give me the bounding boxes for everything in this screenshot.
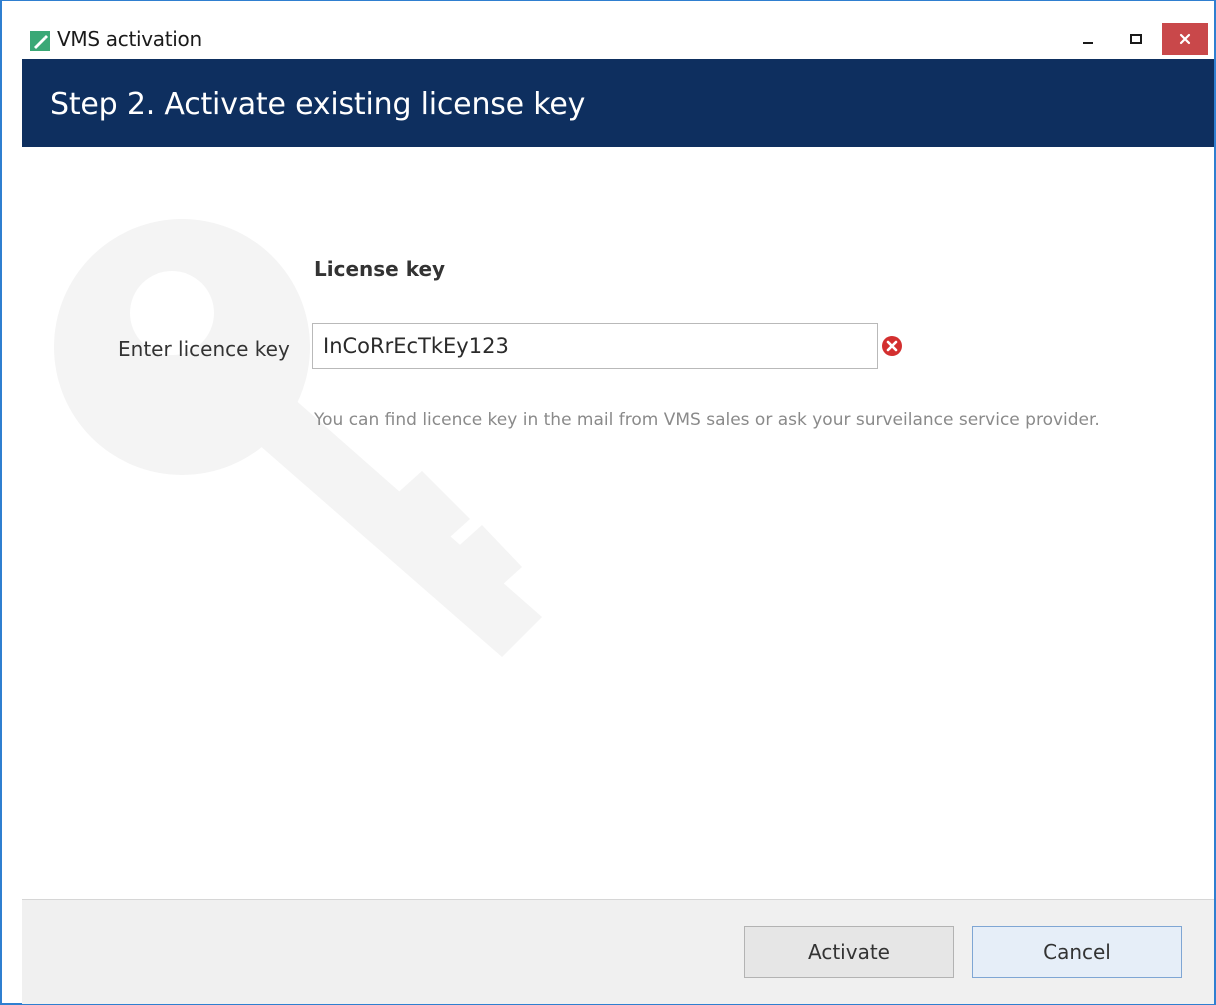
minimize-button[interactable]: [1068, 23, 1108, 55]
section-title: License key: [314, 257, 446, 281]
error-icon: [882, 336, 902, 356]
dialog-footer: Activate Cancel: [22, 899, 1214, 1004]
maximize-icon: [1130, 34, 1142, 44]
form-panel: License key Enter licence key You can fi…: [22, 147, 1214, 899]
licence-key-input[interactable]: [312, 323, 878, 369]
activation-window: VMS activation Step 2. Activate existing…: [0, 0, 1216, 1005]
licence-key-hint: You can find licence key in the mail fro…: [314, 410, 1100, 430]
close-icon: [1179, 33, 1191, 45]
step-header: Step 2. Activate existing license key: [22, 59, 1214, 147]
step-title: Step 2. Activate existing license key: [50, 87, 586, 122]
title-bar[interactable]: VMS activation: [2, 1, 1214, 59]
cancel-button[interactable]: Cancel: [972, 926, 1182, 978]
close-button[interactable]: [1162, 23, 1208, 55]
maximize-button[interactable]: [1116, 23, 1156, 55]
licence-key-label: Enter licence key: [118, 337, 290, 361]
minimize-icon: [1083, 42, 1093, 44]
window-title: VMS activation: [57, 27, 202, 51]
activate-button[interactable]: Activate: [744, 926, 954, 978]
key-watermark-icon: [54, 219, 542, 657]
app-icon: [30, 31, 50, 51]
